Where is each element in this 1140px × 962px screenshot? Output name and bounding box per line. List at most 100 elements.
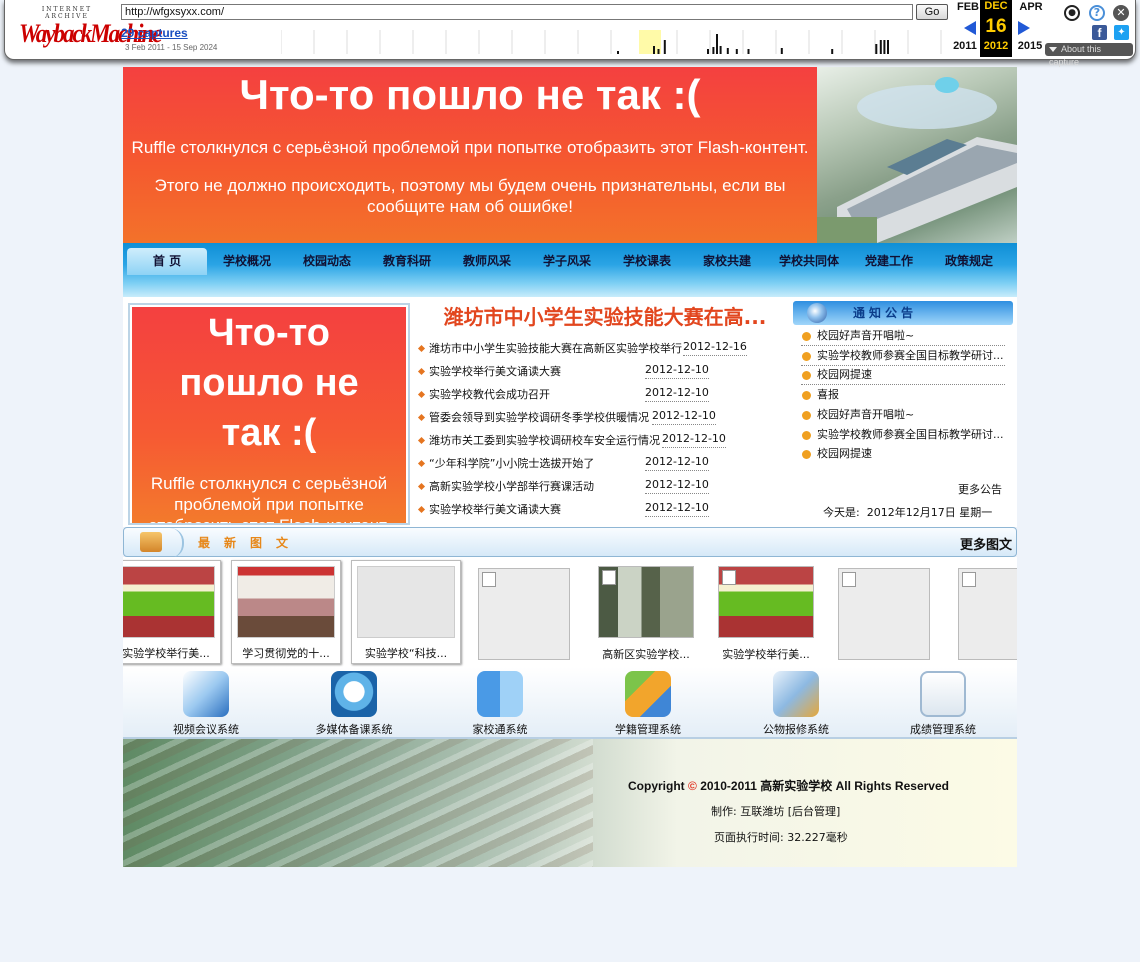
photo-thumb[interactable]: 实验学校举行美... — [711, 560, 821, 664]
prev-year[interactable]: 2011 — [948, 40, 982, 52]
user-icon[interactable]: ● — [1064, 5, 1080, 21]
help-icon[interactable]: ? — [1089, 5, 1105, 21]
news-item-title[interactable]: 实验学校举行美文诵读大赛 — [429, 365, 561, 378]
system-video-conference[interactable]: 视频会议系统 — [141, 671, 271, 737]
news-item[interactable]: 实验学校举行美文诵读大赛 2012-12-10 — [417, 362, 787, 382]
news-item[interactable]: 潍坊市中小学生实验技能大赛在高新区实验学校举行 2012-12-16 — [417, 339, 787, 359]
photo-caption[interactable]: 实验学校“科技... — [352, 645, 460, 661]
news-item-date: 2012-12-10 — [652, 408, 716, 425]
photo-caption[interactable]: 实验学校举行美... — [123, 645, 220, 661]
prev-capture-arrow-icon[interactable] — [964, 21, 976, 35]
campus-illustration — [817, 77, 1017, 243]
notice-item-label[interactable]: 校园网提速 — [817, 447, 872, 460]
flash-error-box: Что-то пошло не так :( Ruffle столкнулся… — [128, 303, 410, 525]
notice-item[interactable]: 校园好声音开唱啦~ — [801, 405, 1005, 425]
photo-caption[interactable]: 实验学校举行美... — [711, 646, 821, 662]
notice-item-label[interactable]: 喜报 — [817, 388, 839, 401]
photo-thumb[interactable]: 实验学校“科技... — [351, 560, 461, 664]
twitter-icon[interactable]: ✦ — [1114, 25, 1129, 40]
news-item[interactable]: 管委会领导到实验学校调研冬季学校供暖情况 2012-12-10 — [417, 408, 787, 428]
nav-item-home-school[interactable]: 家校共建 — [695, 248, 759, 275]
notice-item-label[interactable]: 实验学校教师参赛全国目标教学研讨... — [817, 349, 1004, 362]
system-label[interactable]: 公物报修系统 — [731, 721, 861, 737]
system-label[interactable]: 学籍管理系统 — [583, 721, 713, 737]
system-label[interactable]: 视频会议系统 — [141, 721, 271, 737]
next-capture-arrow-icon[interactable] — [1018, 21, 1030, 35]
main-nav: 首 页 学校概况 校园动态 教育科研 教师风采 学子风采 学校课表 家校共建 学… — [123, 243, 1017, 297]
photo-thumb[interactable] — [831, 560, 941, 664]
made-by[interactable]: 制作: 互联潍坊 [后台管理] — [711, 803, 840, 819]
about-capture-button[interactable]: About this capture — [1045, 43, 1133, 67]
notice-item[interactable]: 实验学校教师参赛全国目标教学研讨... — [801, 425, 1005, 445]
captures-link[interactable]: 29 captures — [121, 26, 188, 40]
system-multimedia-lesson[interactable]: 多媒体备课系统 — [289, 671, 419, 737]
news-item-title[interactable]: 管委会领导到实验学校调研冬季学校供暖情况 — [429, 411, 649, 424]
photo-caption[interactable]: 高新区实验学校... — [591, 646, 701, 662]
notice-item[interactable]: 实验学校教师参赛全国目标教学研讨... — [801, 346, 1005, 366]
notice-item[interactable]: 喜报 — [801, 385, 1005, 405]
notice-item[interactable]: 校园网提速 — [801, 365, 1005, 385]
current-year: 2012 — [983, 40, 1009, 52]
photo-caption[interactable]: 学习贯彻党的十... — [232, 645, 340, 661]
news-item-title[interactable]: 实验学校教代会成功召开 — [429, 388, 550, 401]
sparkline-bar — [875, 44, 878, 54]
copyright-symbol: © — [688, 779, 697, 793]
nav-item-community[interactable]: 学校共同体 — [771, 248, 847, 275]
news-item[interactable]: 实验学校举行美文诵读大赛 2012-12-10 — [417, 500, 787, 520]
system-home-school[interactable]: 家校通系统 — [435, 671, 565, 737]
close-icon[interactable]: ✕ — [1113, 5, 1129, 21]
notice-item[interactable]: 校园好声音开唱啦~ — [801, 326, 1005, 346]
nav-item-teachers[interactable]: 教师风采 — [455, 248, 519, 275]
next-year[interactable]: 2015 — [1013, 40, 1047, 52]
news-item-title[interactable]: 高新实验学校小学部举行赛课活动 — [429, 480, 594, 493]
system-repair[interactable]: 公物报修系统 — [731, 671, 861, 737]
photo-thumb[interactable] — [951, 560, 1017, 664]
next-month[interactable]: APR — [1014, 1, 1048, 13]
wayback-toolbar: INTERNET ARCHIVE WaybackMachine http://w… — [4, 0, 1136, 67]
news-item-title[interactable]: 实验学校举行美文诵读大赛 — [429, 503, 561, 516]
go-button[interactable]: Go — [916, 4, 948, 20]
nav-item-research[interactable]: 教育科研 — [375, 248, 439, 275]
nav-item-party[interactable]: 党建工作 — [857, 248, 921, 275]
news-item-title[interactable]: 潍坊市关工委到实验学校调研校车安全运行情况 — [429, 434, 660, 447]
system-grades[interactable]: 成绩管理系统 — [878, 671, 1008, 737]
current-day: 16 — [985, 16, 1007, 37]
nav-item-timetable[interactable]: 学校课表 — [615, 248, 679, 275]
news-item[interactable]: “少年科学院”小小院士选拔开始了 2012-12-10 — [417, 454, 787, 474]
nav-item-policy[interactable]: 政策规定 — [937, 248, 1001, 275]
bullet-icon — [417, 459, 426, 468]
photo-thumb[interactable]: 高新区实验学校... — [591, 560, 701, 664]
news-item-title[interactable]: “少年科学院”小小院士选拔开始了 — [429, 457, 594, 470]
system-label[interactable]: 家校通系统 — [435, 721, 565, 737]
news-item[interactable]: 潍坊市关工委到实验学校调研校车安全运行情况 2012-12-10 — [417, 431, 787, 451]
notice-item-label[interactable]: 校园网提速 — [817, 368, 872, 381]
wayback-logo[interactable]: INTERNET ARCHIVE WaybackMachine — [19, 6, 163, 48]
notice-item-label[interactable]: 校园好声音开唱啦~ — [817, 408, 914, 421]
bullet-icon — [417, 344, 426, 353]
nav-item-campus-news[interactable]: 校园动态 — [295, 248, 359, 275]
photo-thumb[interactable]: 学习贯彻党的十... — [231, 560, 341, 664]
bullet-icon — [417, 482, 426, 491]
nav-item-home[interactable]: 首 页 — [127, 248, 207, 275]
photo-thumb[interactable]: 实验学校举行美... — [123, 560, 221, 664]
nav-item-students[interactable]: 学子风采 — [535, 248, 599, 275]
news-headline[interactable]: 潍坊市中小学生实验技能大赛在高... — [415, 301, 787, 333]
news-item[interactable]: 实验学校教代会成功召开 2012-12-10 — [417, 385, 787, 405]
system-label[interactable]: 多媒体备课系统 — [289, 721, 419, 737]
today-label: 今天是: — [823, 506, 860, 519]
system-label[interactable]: 成绩管理系统 — [878, 721, 1008, 737]
url-input[interactable]: http://wfgxsyxx.com/ — [121, 4, 913, 20]
system-student-records[interactable]: 学籍管理系统 — [583, 671, 713, 737]
notice-item-label[interactable]: 实验学校教师参赛全国目标教学研讨... — [817, 428, 1004, 441]
facebook-icon[interactable]: f — [1092, 25, 1107, 40]
news-item[interactable]: 高新实验学校小学部举行赛课活动 2012-12-10 — [417, 477, 787, 497]
more-photos-link[interactable]: 更多图文 — [960, 534, 1012, 553]
more-notices-link[interactable]: 更多公告 — [958, 481, 1002, 497]
notice-item[interactable]: 校园网提速 — [801, 444, 1005, 464]
news-item-title[interactable]: 潍坊市中小学生实验技能大赛在高新区实验学校举行 — [429, 342, 682, 355]
photo-thumb[interactable] — [471, 560, 581, 664]
nav-item-school-overview[interactable]: 学校概况 — [215, 248, 279, 275]
news-item-date: 2012-12-10 — [645, 385, 709, 402]
notice-item-label[interactable]: 校园好声音开唱啦~ — [817, 329, 914, 342]
capture-sparkline[interactable] — [281, 30, 953, 54]
